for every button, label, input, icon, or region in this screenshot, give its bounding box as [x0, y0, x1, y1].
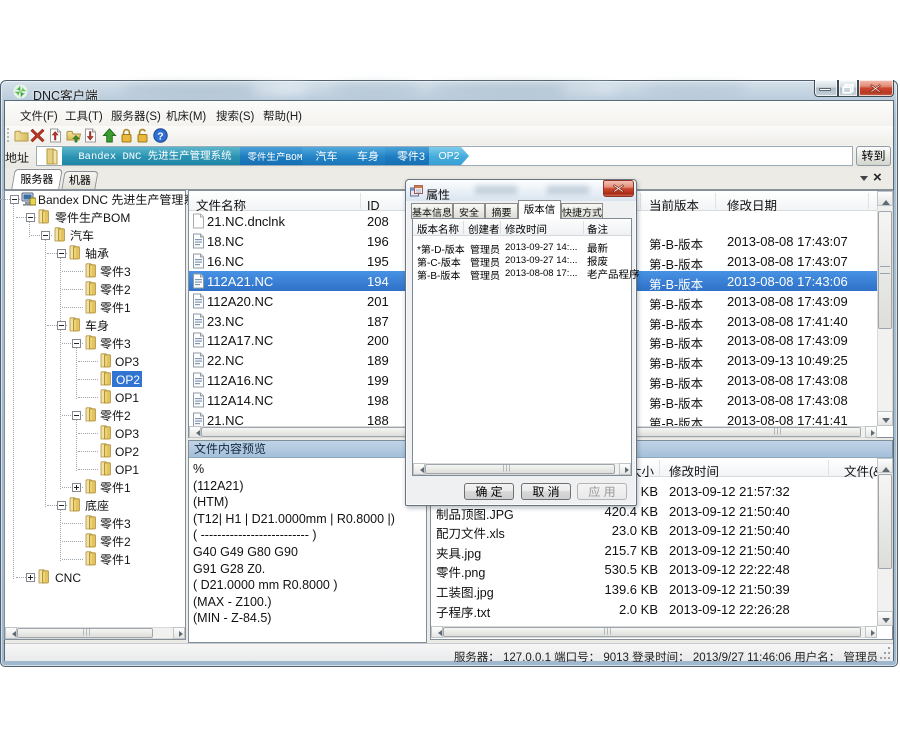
svg-text:?: ?: [157, 131, 163, 143]
